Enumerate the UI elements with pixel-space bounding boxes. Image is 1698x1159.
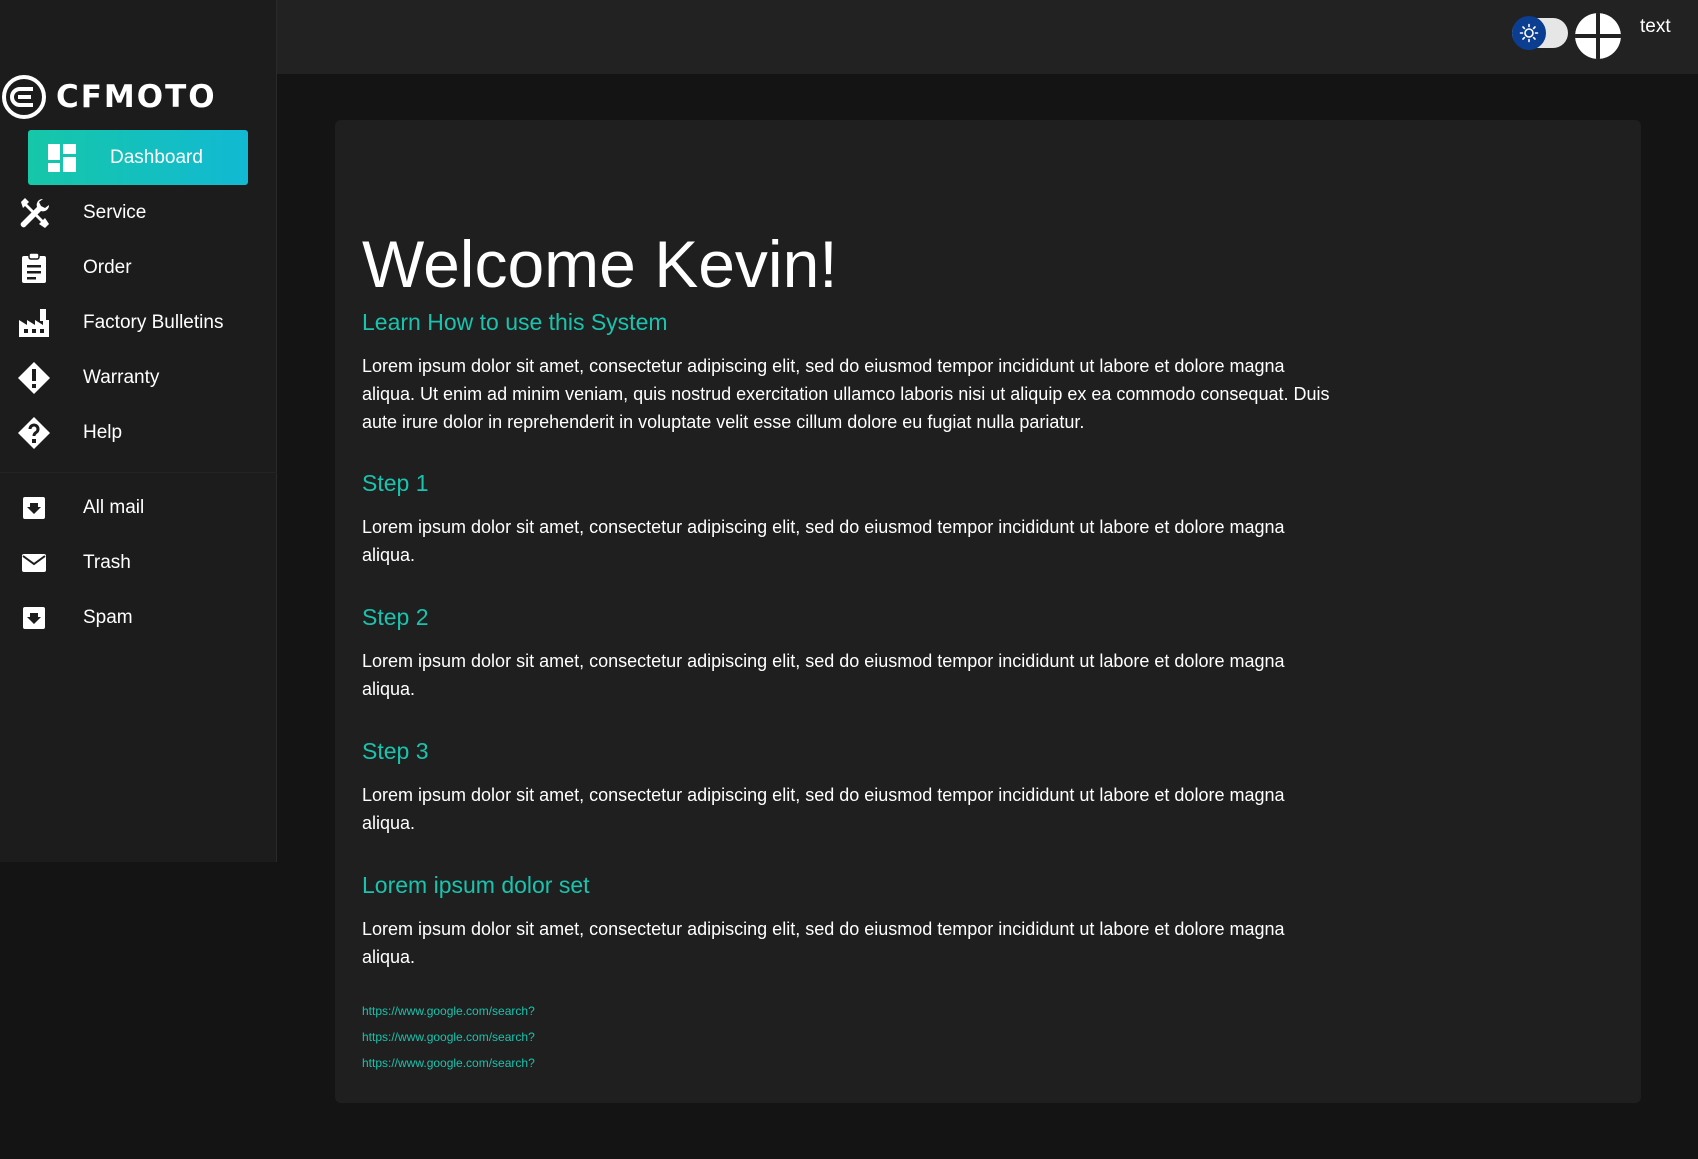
sidebar-item-order[interactable]: Order [0,240,277,295]
reference-link[interactable]: https://www.google.com/search? [362,1056,535,1070]
avatar-icon[interactable] [1575,13,1621,59]
sidebar-item-label: Spam [83,606,133,628]
cfmoto-logo-icon [2,75,46,119]
sidebar-item-trash[interactable]: Trash [0,535,277,590]
section-heading: Step 2 [362,604,429,630]
sidebar-item-label: All mail [83,496,145,518]
intro-text: Lorem ipsum dolor sit amet, consectetur … [362,356,1330,432]
theme-toggle[interactable] [1512,16,1568,50]
sidebar-item-label: Service [83,201,147,223]
help-diamond-icon [16,415,52,451]
page-title: Welcome Kevin! [362,227,838,301]
sidebar-item-label: Factory Bulletins [83,311,224,333]
brand[interactable]: CFMOTO [0,72,217,122]
reference-link[interactable]: https://www.google.com/search? [362,1030,535,1044]
section-text: Lorem ipsum dolor sit amet, consectetur … [362,919,1285,967]
section-heading: Lorem ipsum dolor set [362,872,590,898]
warning-diamond-icon [16,360,52,396]
sun-icon [1512,16,1546,50]
sidebar-item-label: Order [83,256,132,278]
intro-heading: Learn How to use this System [362,309,668,335]
sidebar: CFMOTO Dashboard Service Order Factory B… [0,0,277,862]
sidebar-item-factory-bulletins[interactable]: Factory Bulletins [0,295,277,350]
user-text[interactable]: text [1640,16,1671,38]
brand-name: CFMOTO [56,79,217,115]
tools-icon [16,195,52,231]
sidebar-item-help[interactable]: Help [0,405,277,460]
top-bar [277,0,1698,74]
section-text: Lorem ipsum dolor sit amet, consectetur … [362,651,1285,699]
mail-icon [16,545,52,581]
sidebar-item-label: Trash [83,551,131,573]
sidebar-item-spam[interactable]: Spam [0,590,277,645]
inbox-icon [16,490,52,526]
factory-icon [16,305,52,341]
sidebar-item-all-mail[interactable]: All mail [0,480,277,535]
sidebar-item-label: Dashboard [110,146,203,168]
dashboard-icon [44,140,80,176]
clipboard-icon [16,250,52,286]
nav-divider [0,472,277,473]
section-text: Lorem ipsum dolor sit amet, consectetur … [362,785,1285,833]
section-heading: Step 3 [362,738,429,764]
sidebar-item-dashboard[interactable]: Dashboard [28,130,248,185]
section-text: Lorem ipsum dolor sit amet, consectetur … [362,517,1285,565]
welcome-card: Welcome Kevin! Learn How to use this Sys… [335,120,1641,1103]
section-heading: Step 1 [362,470,429,496]
sidebar-item-service[interactable]: Service [0,185,277,240]
inbox-icon [16,600,52,636]
sidebar-item-label: Help [83,421,123,443]
sidebar-item-warranty[interactable]: Warranty [0,350,277,405]
sidebar-item-label: Warranty [83,366,160,388]
reference-link[interactable]: https://www.google.com/search? [362,1004,535,1018]
